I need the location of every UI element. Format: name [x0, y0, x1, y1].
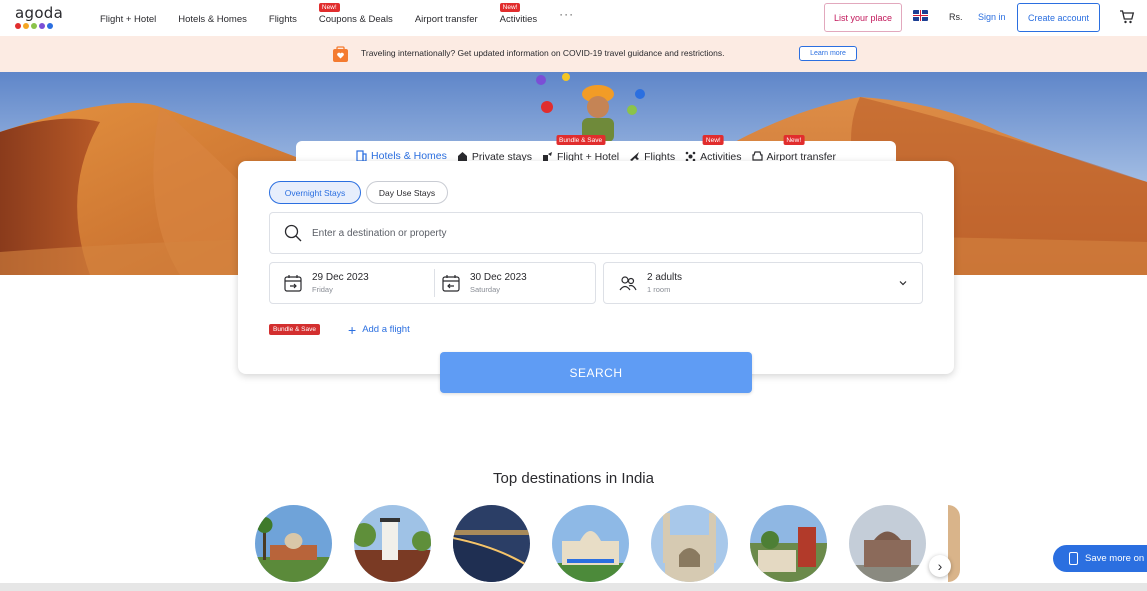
nav-activities[interactable]: New! Activities [499, 2, 538, 25]
cart-icon[interactable] [1119, 9, 1135, 25]
calendar-checkout-icon [442, 275, 460, 292]
rooms-count: 1 room [647, 285, 671, 294]
phone-icon [1069, 552, 1078, 565]
date-picker: 29 Dec 2023 Friday 30 Dec 2023 Saturday [269, 262, 596, 304]
nav-coupons-deals[interactable]: New! Coupons & Deals [318, 2, 393, 25]
nav-flights[interactable]: Flights [269, 12, 297, 25]
more-menu-icon[interactable]: ··· [559, 7, 574, 21]
destination-5[interactable] [651, 505, 728, 582]
save-more-label: Save more on [1085, 553, 1145, 564]
add-flight-button[interactable]: + Add a flight [348, 321, 410, 338]
covid-message: Traveling internationally? Get updated i… [361, 48, 725, 58]
currency-selector[interactable]: Rs. [949, 12, 963, 22]
building-icon [356, 150, 367, 161]
destination-2[interactable] [354, 505, 431, 582]
new-badge: New! [783, 135, 805, 145]
nav-link-label: Activities [499, 13, 538, 25]
destination-3[interactable] [453, 505, 530, 582]
new-badge: New! [499, 2, 521, 12]
sign-in-link[interactable]: Sign in [978, 12, 1006, 22]
checkout-day-text: Saturday [470, 285, 501, 294]
checkin-date[interactable]: 29 Dec 2023 Friday [270, 263, 434, 303]
top-navigation: agoda Flight + Hotel Hotels & Homes Flig… [0, 0, 1147, 36]
add-flight-label: Add a flight [362, 324, 410, 335]
destination-4[interactable] [552, 505, 629, 582]
uk-flag-icon[interactable] [913, 10, 928, 21]
nav-link-label: Flight + Hotel [100, 13, 157, 25]
bundle-save-badge: Bundle & Save [269, 324, 321, 335]
covid-banner: Traveling internationally? Get updated i… [0, 36, 1147, 72]
destination-1[interactable] [255, 505, 332, 582]
destination-7[interactable] [849, 505, 926, 582]
overnight-stays-toggle[interactable]: Overnight Stays [269, 181, 361, 204]
top-destinations-title: Top destinations in India [493, 470, 654, 487]
create-account-button[interactable]: Create account [1017, 3, 1100, 32]
nav-link-label: Hotels & Homes [178, 13, 247, 25]
nav-link-label: Flights [268, 13, 297, 25]
save-more-app-button[interactable]: Save more on [1053, 545, 1147, 572]
destination-input[interactable]: Enter a destination or property [269, 212, 923, 254]
occupancy-selector[interactable]: 2 adults 1 room [603, 262, 923, 304]
logo-dots [15, 23, 65, 29]
adults-count: 2 adults [647, 272, 683, 283]
nav-link-label: Coupons & Deals [318, 13, 393, 25]
tab-label: Hotels & Homes [371, 149, 447, 162]
plus-icon: + [348, 321, 357, 338]
travel-info-icon [333, 46, 348, 62]
agoda-homepage: agoda Flight + Hotel Hotels & Homes Flig… [0, 0, 1147, 591]
day-use-stays-toggle[interactable]: Day Use Stays [366, 181, 448, 204]
guests-icon [619, 276, 637, 291]
nav-airport-transfer[interactable]: Airport transfer [415, 12, 478, 25]
calendar-checkin-icon [284, 275, 302, 292]
nav-links: Flight + Hotel Hotels & Homes Flights Ne… [100, 0, 574, 36]
horizontal-scrollbar[interactable] [0, 583, 1147, 591]
new-badge: New! [702, 135, 724, 145]
nav-link-label: Airport transfer [414, 13, 478, 25]
checkin-date-text: 29 Dec 2023 [312, 272, 369, 283]
agoda-logo[interactable]: agoda [15, 4, 65, 32]
learn-more-button[interactable]: Learn more [799, 46, 857, 61]
new-badge: New! [318, 2, 340, 12]
bundle-save-badge: Bundle & Save [556, 135, 606, 145]
destination-6[interactable] [750, 505, 827, 582]
destination-placeholder: Enter a destination or property [312, 227, 447, 239]
next-arrow-icon[interactable]: › [929, 555, 951, 577]
list-your-place-button[interactable]: List your place [824, 3, 902, 32]
checkout-date[interactable]: 30 Dec 2023 Saturday [428, 263, 596, 303]
checkout-date-text: 30 Dec 2023 [470, 272, 527, 283]
search-card: Overnight Stays Day Use Stays Enter a de… [238, 161, 954, 374]
search-button[interactable]: SEARCH [440, 352, 752, 393]
nav-flight-hotel[interactable]: Flight + Hotel [100, 12, 156, 25]
nav-hotels-homes[interactable]: Hotels & Homes [178, 12, 247, 25]
chevron-down-icon [899, 281, 907, 286]
checkin-day-text: Friday [312, 285, 333, 294]
search-icon [284, 224, 302, 242]
logo-text: agoda [15, 4, 64, 22]
